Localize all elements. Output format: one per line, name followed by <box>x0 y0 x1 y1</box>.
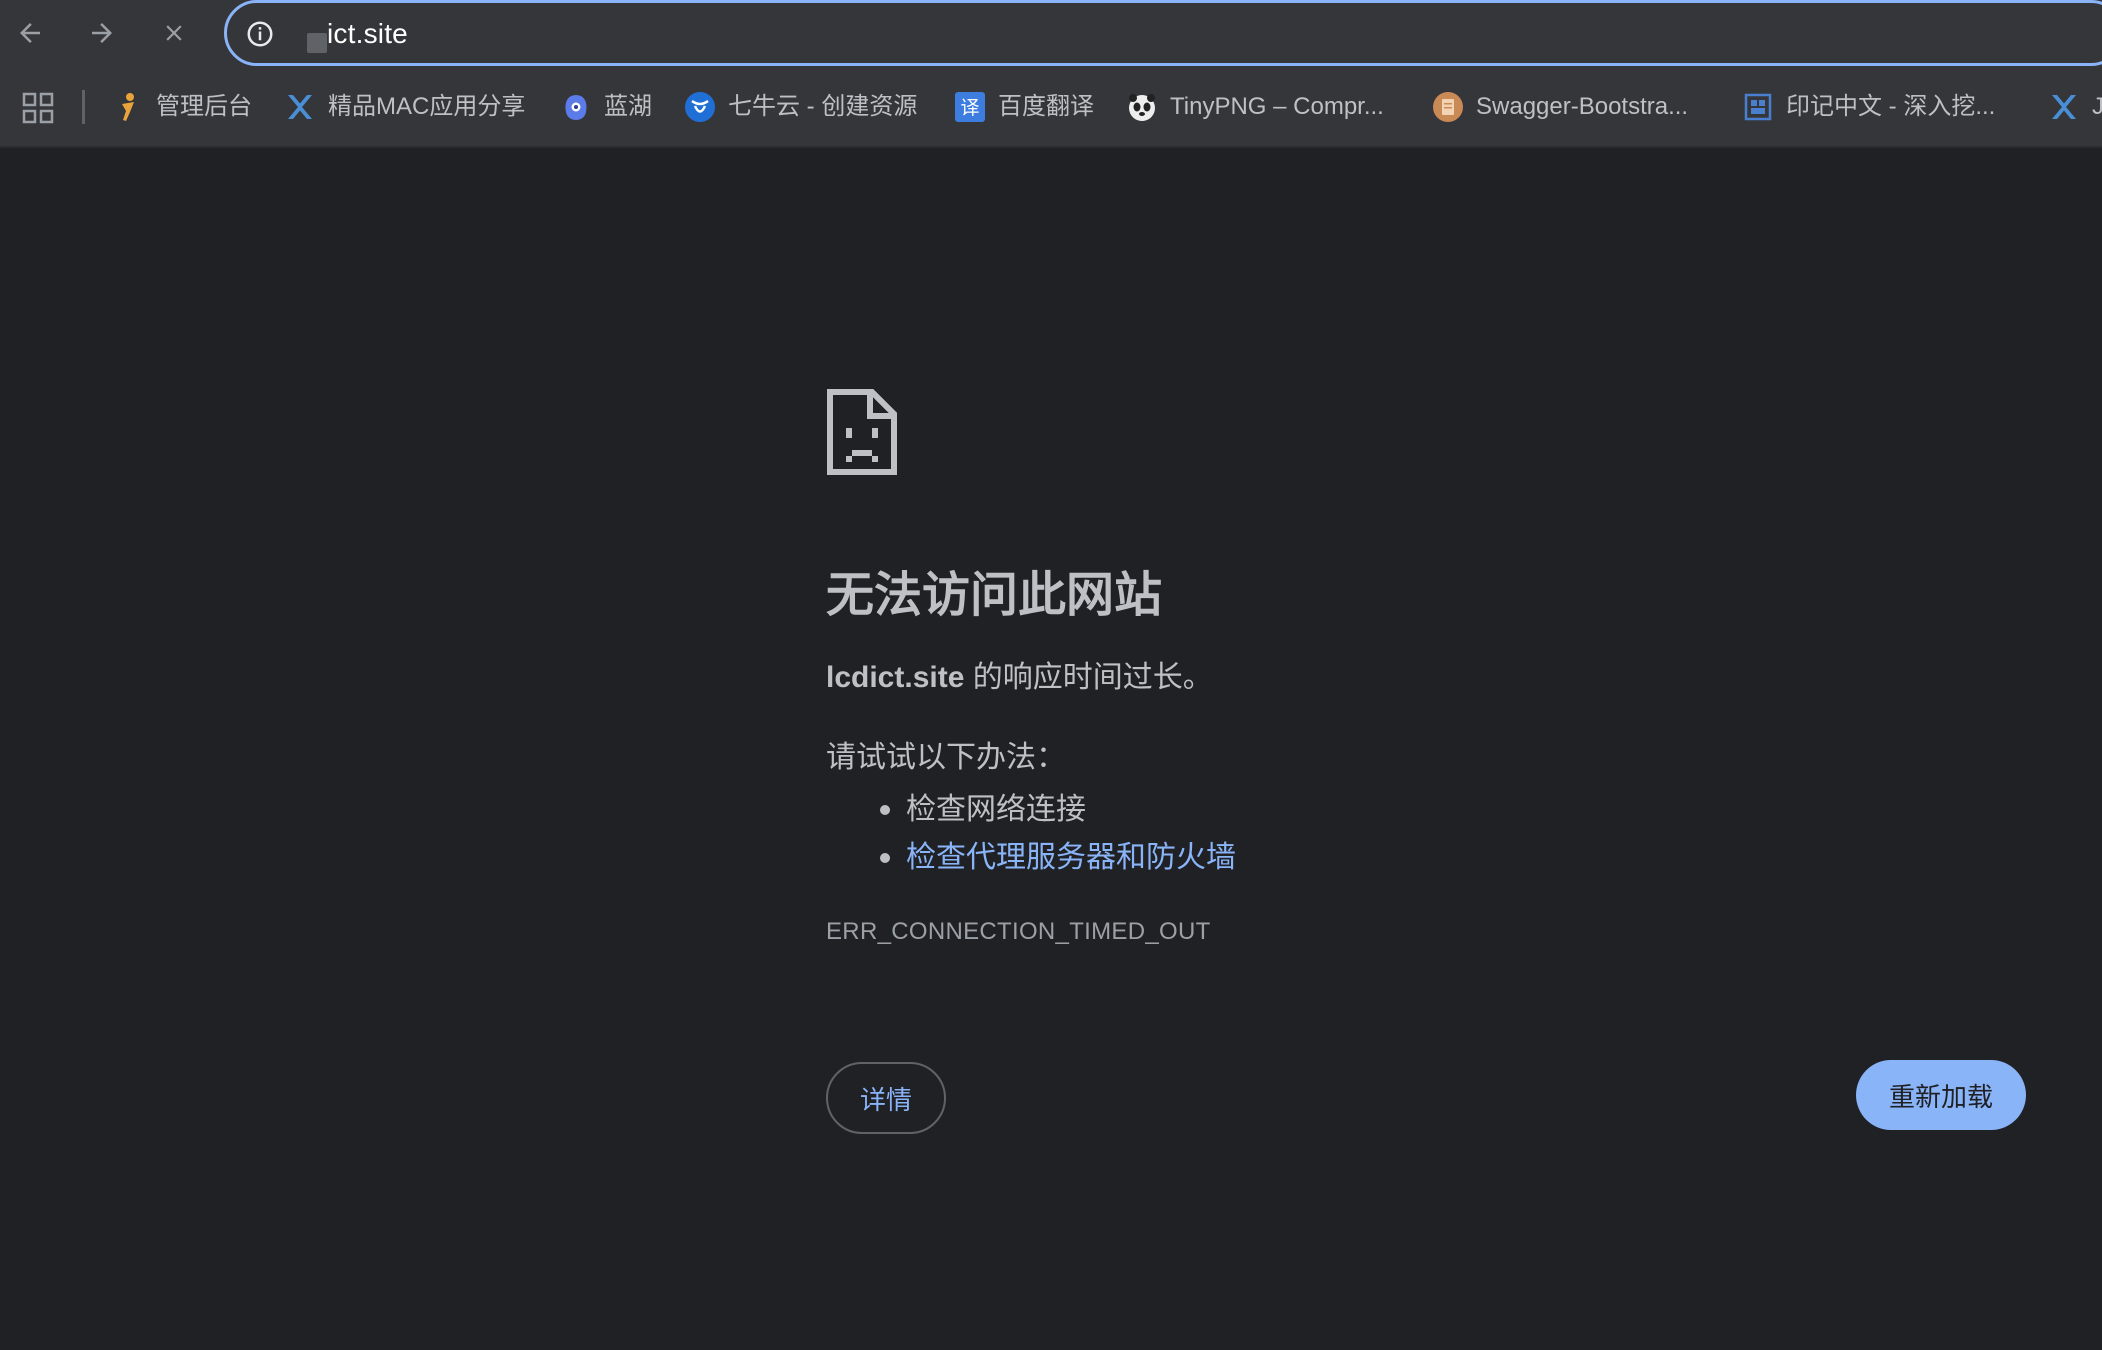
bookmark-label: Swagger-Bootstra... <box>1476 93 1689 120</box>
bookmarks-divider <box>82 90 85 124</box>
translate-icon: 译 <box>954 91 986 123</box>
error-summary-text: 的响应时间过长。 <box>964 661 1213 694</box>
address-bar[interactable]: ict.site <box>224 0 2102 66</box>
bookmark-label: 印记中文 - 深入挖... <box>1786 93 1996 120</box>
error-summary: lcdict.site 的响应时间过长。 <box>826 658 1213 698</box>
lanhu-icon <box>560 91 592 123</box>
bookmark-label: J <box>2092 91 2102 123</box>
suggestion-check-network: 检查网络连接 <box>826 786 1236 834</box>
bookmark-label: 百度翻译 <box>998 93 1094 120</box>
qiniu-icon <box>684 91 716 123</box>
document-icon <box>1432 91 1464 123</box>
panda-icon <box>1126 91 1158 123</box>
suggestions-heading: 请试试以下办法： <box>826 741 1066 774</box>
bookmarks-bar: 管理后台 精品MAC应用分享 蓝湖 七牛云 - 创建资源 译 百度翻译 Tiny… <box>0 66 2102 148</box>
info-icon[interactable] <box>245 19 275 49</box>
back-button[interactable] <box>8 11 52 55</box>
error-title: 无法访问此网站 <box>826 569 1163 622</box>
suggestion-check-proxy-link[interactable]: 检查代理服务器和防火墙 <box>826 834 1236 882</box>
back-arrow-icon <box>20 23 40 43</box>
details-button[interactable]: 详情 <box>826 1062 946 1134</box>
close-icon <box>166 25 182 41</box>
forward-arrow-icon <box>92 23 112 43</box>
bookmark-item[interactable]: TinyPNG – Compr... <box>1126 88 1384 126</box>
bookmark-label: TinyPNG – Compr... <box>1170 93 1384 120</box>
sad-document-icon <box>827 389 897 475</box>
svg-text:译: 译 <box>960 97 979 119</box>
bookmark-item[interactable]: 印记中文 - 深入挖... <box>1742 88 1995 126</box>
site-favicon <box>307 33 327 53</box>
error-code: ERR_CONNECTION_TIMED_OUT <box>826 918 1211 945</box>
x-logo-icon <box>284 91 316 123</box>
error-domain: lcdict.site <box>826 661 965 694</box>
bookmark-item[interactable]: 蓝湖 <box>560 88 652 126</box>
bookmark-item[interactable]: Swagger-Bootstra... <box>1432 88 1688 126</box>
reload-button[interactable]: 重新加载 <box>1856 1060 2026 1130</box>
apps-grid-icon[interactable] <box>22 92 54 124</box>
bookmark-item[interactable]: 精品MAC应用分享 <box>284 88 525 126</box>
bookmark-label: 七牛云 - 创建资源 <box>728 93 918 120</box>
forward-button[interactable] <box>80 11 124 55</box>
bookmark-item[interactable]: 译 百度翻译 <box>954 88 1094 126</box>
bookmark-label: 精品MAC应用分享 <box>328 93 526 120</box>
suggestions-list: 检查网络连接 检查代理服务器和防火墙 <box>826 786 1236 882</box>
bookmark-label: 蓝湖 <box>604 93 652 120</box>
browser-toolbar: ict.site <box>0 0 2102 66</box>
address-text[interactable]: ict.site <box>327 16 408 52</box>
bookmark-item[interactable]: J <box>2048 88 2102 126</box>
bookmark-item[interactable]: 七牛云 - 创建资源 <box>684 88 917 126</box>
bookmark-item[interactable]: 管理后台 <box>112 88 252 126</box>
yinji-icon <box>1742 91 1774 123</box>
orange-figure-icon <box>112 91 144 123</box>
stop-loading-button[interactable] <box>152 11 196 55</box>
bookmark-label: 管理后台 <box>156 93 252 120</box>
x-logo-icon <box>2048 91 2080 123</box>
error-page: 无法访问此网站 lcdict.site 的响应时间过长。 请试试以下办法： 检查… <box>0 148 2102 1350</box>
